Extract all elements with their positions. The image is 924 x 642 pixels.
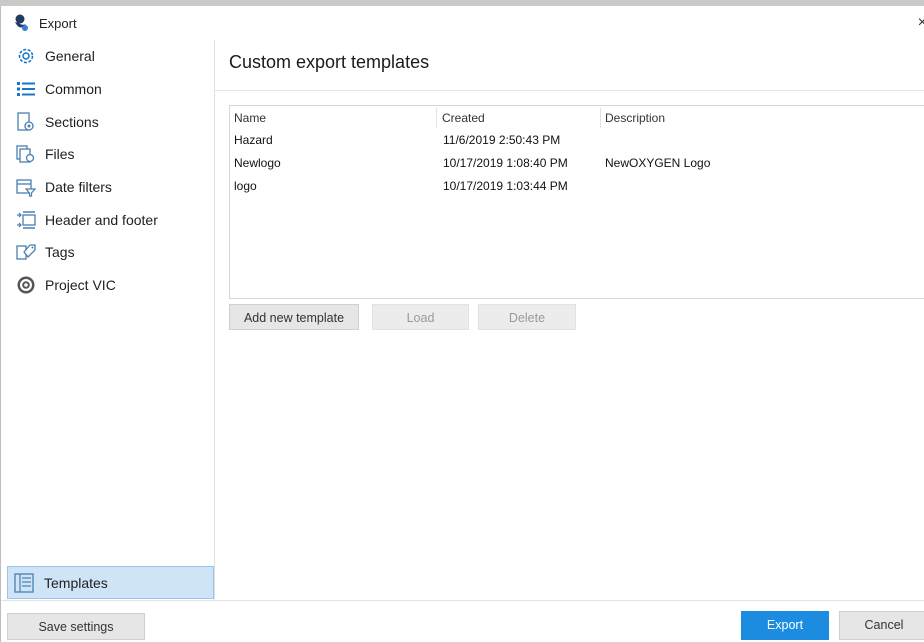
cell-created: 11/6/2019 2:50:43 PM [443, 133, 561, 147]
cell-created: 10/17/2019 1:08:40 PM [443, 156, 568, 170]
sidebar-item-label: Tags [45, 244, 75, 261]
cell-description: NewOXYGEN Logo [605, 156, 711, 170]
sidebar-item-label: Common [45, 81, 102, 98]
sidebar-item-label: Date filters [45, 179, 112, 196]
sidebar-item-common[interactable]: Common [7, 73, 214, 106]
title-bar: Export × [1, 6, 924, 40]
add-template-button[interactable]: Add new template [229, 304, 359, 330]
cancel-button[interactable]: Cancel [839, 611, 924, 640]
sidebar-item-header-and-footer[interactable]: Header and footer [7, 203, 214, 236]
export-dialog: Export × General Common Sections Files D… [0, 6, 924, 642]
load-button[interactable]: Load [372, 304, 469, 330]
main-panel: Custom export templates Name Created Des… [215, 40, 924, 600]
sidebar-item-label: Templates [44, 574, 108, 591]
save-settings-button[interactable]: Save settings [7, 613, 145, 640]
tags-icon [15, 241, 37, 263]
window-title: Export [39, 15, 77, 31]
app-logo-icon [13, 14, 31, 32]
column-header-description[interactable]: Description [601, 106, 901, 130]
title-divider [215, 90, 924, 91]
cell-created: 10/17/2019 1:03:44 PM [443, 179, 568, 193]
list-icon [15, 78, 37, 100]
table-row[interactable]: Hazard 11/6/2019 2:50:43 PM [230, 129, 924, 152]
sidebar-item-project-vic[interactable]: Project VIC [7, 269, 214, 302]
files-icon [15, 143, 37, 165]
header-footer-icon [15, 209, 37, 231]
sidebar-item-sections[interactable]: Sections [7, 105, 214, 138]
sidebar-item-label: Project VIC [45, 277, 116, 294]
calendar-filter-icon [15, 176, 37, 198]
column-header-created[interactable]: Created [438, 106, 600, 130]
gear-icon [15, 45, 37, 67]
cell-name: Newlogo [234, 156, 281, 170]
dialog-footer: Save settings Export Cancel [1, 600, 924, 642]
sidebar-item-tags[interactable]: Tags [7, 236, 214, 269]
sidebar-item-templates[interactable]: Templates [7, 566, 214, 599]
sidebar-item-label: Files [45, 146, 75, 163]
cell-name: logo [234, 179, 257, 193]
column-divider [436, 108, 437, 128]
sidebar-item-files[interactable]: Files [7, 138, 214, 171]
sidebar-item-label: Header and footer [45, 211, 158, 228]
sections-icon [15, 111, 37, 133]
templates-table: Name Created Description Hazard 11/6/201… [229, 105, 924, 299]
table-header: Name Created Description [230, 106, 924, 130]
cell-name: Hazard [234, 133, 273, 147]
cell-description [601, 129, 605, 152]
table-row[interactable]: logo 10/17/2019 1:03:44 PM [230, 175, 924, 198]
delete-button[interactable]: Delete [478, 304, 576, 330]
sidebar-item-label: General [45, 48, 95, 65]
sidebar-item-label: Sections [45, 113, 99, 130]
cell-description [601, 175, 605, 198]
sidebar: General Common Sections Files Date filte… [7, 40, 215, 600]
table-row[interactable]: Newlogo 10/17/2019 1:08:40 PM NewOXYGEN … [230, 152, 924, 175]
column-header-name[interactable]: Name [230, 106, 436, 130]
templates-icon [14, 572, 36, 594]
sidebar-item-date-filters[interactable]: Date filters [7, 171, 214, 204]
page-title: Custom export templates [229, 52, 430, 72]
sidebar-item-general[interactable]: General [7, 40, 214, 73]
project-vic-icon [15, 274, 37, 296]
close-icon[interactable]: × [918, 14, 924, 32]
export-button[interactable]: Export [741, 611, 829, 640]
